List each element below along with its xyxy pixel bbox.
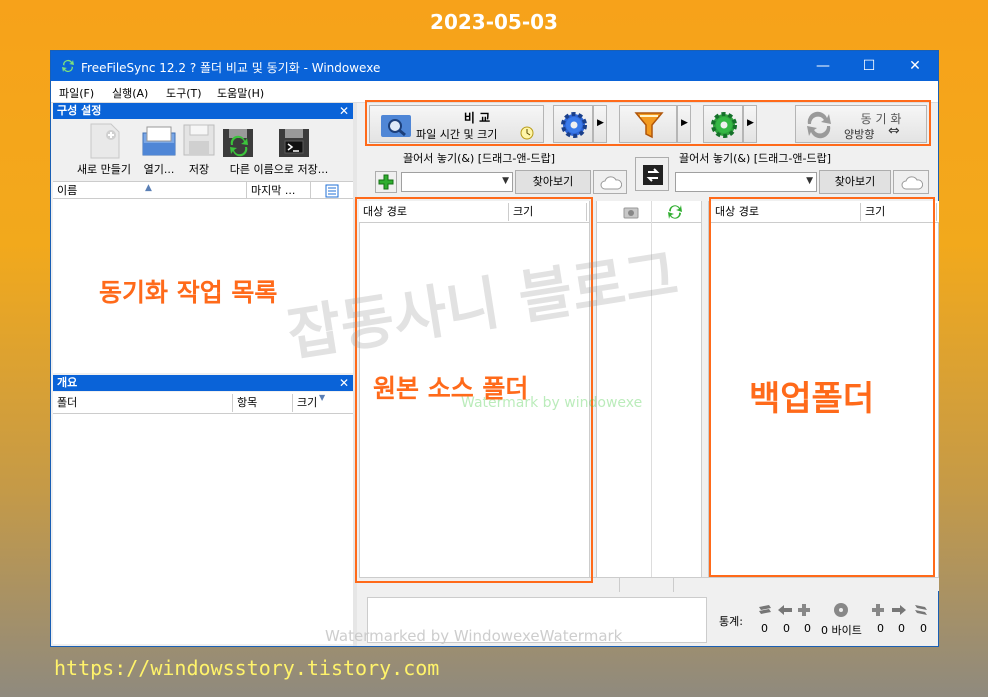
left-create-icon xyxy=(759,605,771,614)
overview-panel-title: 개요 xyxy=(57,376,78,389)
maximize-button[interactable]: ☐ xyxy=(846,51,892,81)
left-update-icon xyxy=(798,604,810,616)
bottom-watermark: Watermarked by WindowexeWatermark xyxy=(325,627,623,645)
right-cloud-button[interactable] xyxy=(893,170,929,194)
new-config-button[interactable]: 새로 만들기 xyxy=(71,121,137,179)
left-arrow-icon xyxy=(778,605,792,615)
right-update-icon xyxy=(872,604,884,616)
save-disk-icon xyxy=(183,124,215,156)
config-panel-close-icon[interactable]: ✕ xyxy=(339,103,349,119)
app-window: FreeFileSync 12.2 ? 폴더 비교 및 동기화 - Window… xyxy=(50,50,939,647)
footer-divider xyxy=(673,578,674,592)
menu-tools[interactable]: 도구(T) xyxy=(166,85,202,101)
config-toolbar: 새로 만들기 열기... 저장 다른 이름으로 저장... xyxy=(53,119,353,181)
save-config-button[interactable]: 저장 xyxy=(181,121,217,179)
cloud-icon xyxy=(901,176,923,190)
swap-arrows-icon xyxy=(643,165,663,185)
config-list-header: 이름 ▲ 마지막 ... xyxy=(53,181,353,200)
open-config-button[interactable]: 열기... xyxy=(141,121,177,179)
add-folder-pair-button[interactable] xyxy=(375,171,397,193)
overview-panel-header: 개요 ✕ xyxy=(53,375,353,391)
swap-sides-button[interactable] xyxy=(635,157,669,191)
menu-help[interactable]: 도움말(H) xyxy=(217,85,264,101)
title-bar[interactable]: FreeFileSync 12.2 ? 폴더 비교 및 동기화 - Window… xyxy=(51,51,938,81)
annotation-source-folder: 원본 소스 폴더 xyxy=(373,374,529,403)
stat-right-update: 0 xyxy=(877,622,884,635)
save-as-sync-icon xyxy=(223,129,253,157)
minimize-button[interactable]: — xyxy=(800,51,846,81)
overview-list[interactable] xyxy=(53,414,353,644)
menu-run[interactable]: 실행(A) xyxy=(112,85,148,101)
menu-file[interactable]: 파일(F) xyxy=(59,85,94,101)
stat-right-delete: 0 xyxy=(898,622,905,635)
footer-divider xyxy=(619,578,620,592)
config-col-last[interactable]: 마지막 ... xyxy=(247,182,311,200)
stat-bytes: 0 바이트 xyxy=(821,624,862,637)
disk-icon xyxy=(834,603,848,617)
chevron-down-icon: ▼ xyxy=(502,176,509,186)
config-panel-header: 구성 설정 ✕ xyxy=(53,103,353,119)
right-folder-input[interactable]: ▼ xyxy=(675,172,817,192)
stat-left-update: 0 xyxy=(783,622,790,635)
chevron-down-icon: ▼ xyxy=(806,176,813,186)
open-icon xyxy=(142,126,176,156)
overview-col-folder[interactable]: 폴더 xyxy=(53,394,233,412)
window-title: FreeFileSync 12.2 ? 폴더 비교 및 동기화 - Window… xyxy=(81,61,381,75)
save-as-config-label: 다른 이름으로 저장... xyxy=(229,163,329,176)
stats-label: 통계: xyxy=(719,615,743,628)
new-file-icon xyxy=(90,123,120,159)
overview-header: 폴더 항목 크기 ▼ xyxy=(53,392,353,414)
new-config-label: 새로 만들기 xyxy=(76,163,132,176)
sort-down-icon: ▼ xyxy=(319,393,326,402)
left-cloud-button[interactable] xyxy=(593,170,627,194)
cloud-icon xyxy=(600,176,622,190)
camera-icon[interactable] xyxy=(623,205,639,219)
middle-grid-header xyxy=(597,201,701,223)
plus-icon xyxy=(378,174,394,190)
stat-left-create: 0 xyxy=(761,622,768,635)
left-drop-label: 끌어서 놓기(&) [드래그-앤-드랍] xyxy=(403,152,555,165)
save-as-batch-icon xyxy=(279,129,309,157)
left-browse-button[interactable]: 찾아보기 xyxy=(515,170,591,194)
config-panel-title: 구성 설정 xyxy=(57,104,102,117)
right-browse-button[interactable]: 찾아보기 xyxy=(819,170,891,194)
middle-scrollbar[interactable] xyxy=(701,201,709,591)
date-caption: 2023-05-03 xyxy=(430,10,558,34)
sort-up-icon: ▲ xyxy=(145,183,152,193)
app-sync-icon xyxy=(62,60,74,72)
stat-left-delete: 0 xyxy=(804,622,811,635)
overview-panel-close-icon[interactable]: ✕ xyxy=(339,375,349,391)
annotation-backup-folder: 백업폴더 xyxy=(749,379,875,419)
toolbar-highlight-box xyxy=(365,100,931,146)
annotation-sync-list: 동기화 작업 목록 xyxy=(99,278,278,307)
left-folder-input[interactable]: ▼ xyxy=(401,172,513,192)
close-button[interactable]: ✕ xyxy=(892,51,938,81)
save-config-label: 저장 xyxy=(188,163,210,176)
right-arrow-icon xyxy=(892,605,906,615)
open-config-label: 열기... xyxy=(143,163,175,176)
stats-panel: 0 0 0 0 바이트 0 0 0 xyxy=(755,601,937,641)
right-create-icon xyxy=(915,605,927,615)
overview-col-items[interactable]: 항목 xyxy=(233,394,293,412)
stat-right-create: 0 xyxy=(920,622,927,635)
save-as-config-button[interactable]: 다른 이름으로 저장... xyxy=(221,121,337,179)
column-list-icon[interactable] xyxy=(325,184,339,198)
sync-direction-icon[interactable] xyxy=(667,204,683,220)
blog-url-caption: https://windowsstory.tistory.com xyxy=(54,656,440,680)
right-drop-label: 끌어서 놓기(&) [드래그-앤-드랍] xyxy=(679,152,831,165)
